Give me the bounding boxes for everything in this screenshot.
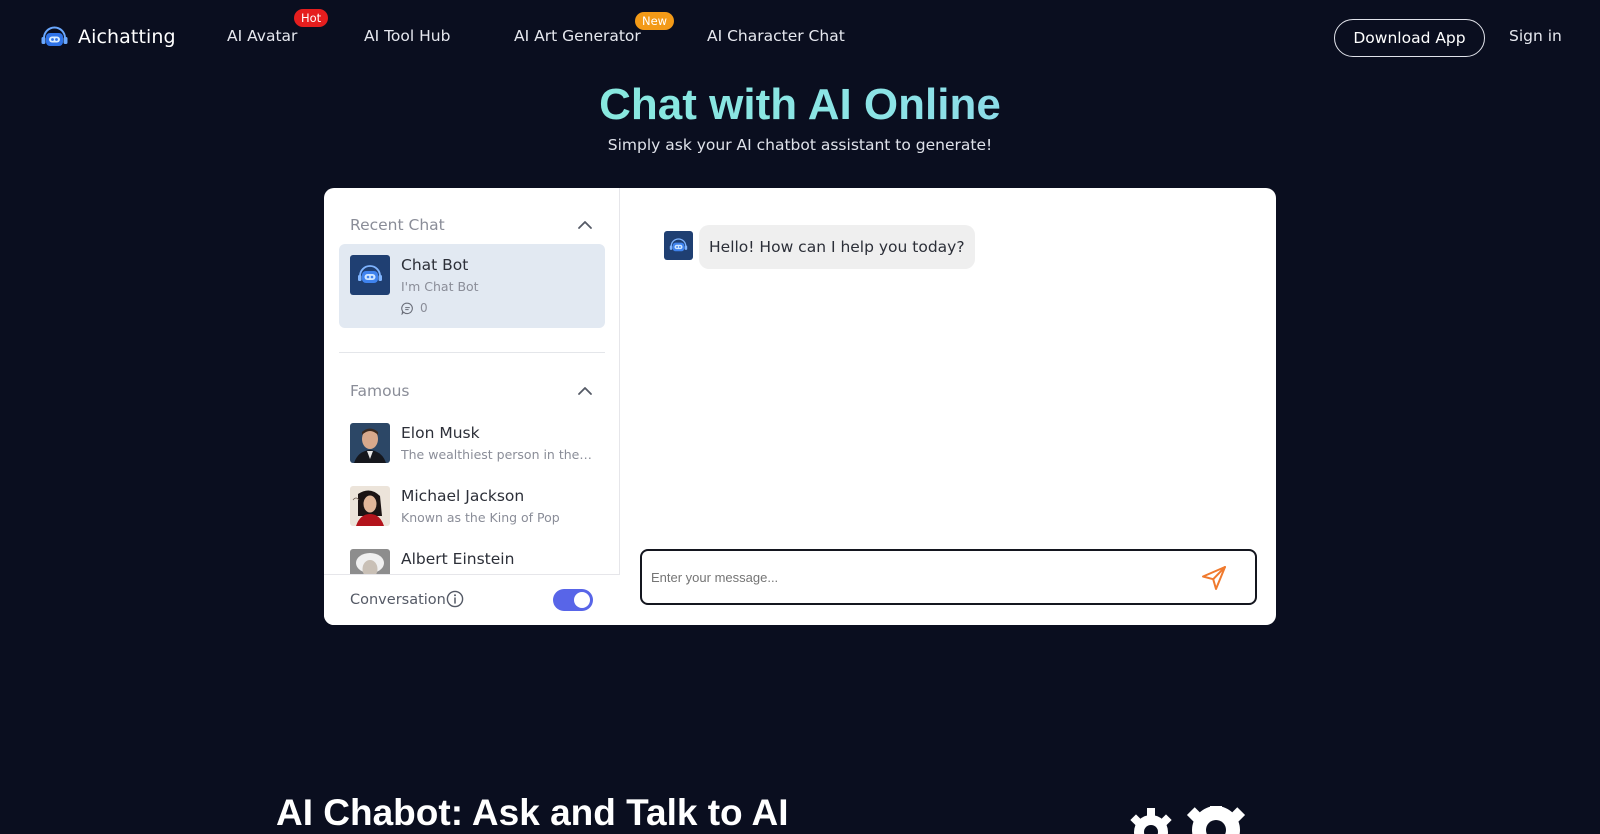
famous-item-name: Albert Einstein xyxy=(401,550,515,568)
conversation-toggle[interactable] xyxy=(553,589,593,611)
famous-item-michael-jackson[interactable]: Michael Jackson Known as the King of Pop xyxy=(339,484,605,544)
send-icon xyxy=(1202,566,1226,590)
sidebar-footer: Conversation xyxy=(324,574,620,625)
page-title: Chat with AI Online xyxy=(0,80,1600,130)
brand-logo[interactable]: Aichatting xyxy=(39,24,176,50)
hot-badge: Hot xyxy=(294,9,329,27)
page-subtitle: Simply ask your AI chatbot assistant to … xyxy=(607,136,993,154)
chevron-up-icon[interactable] xyxy=(577,220,593,230)
robot-headset-icon xyxy=(41,26,68,46)
nav-ai-avatar[interactable]: AI Avatar xyxy=(227,27,297,45)
famous-item-desc: Known as the King of Pop xyxy=(401,510,560,525)
chat-item-desc: I'm Chat Bot xyxy=(401,279,479,294)
famous-item-name: Michael Jackson xyxy=(401,487,525,505)
send-button[interactable] xyxy=(1199,563,1229,593)
message-input[interactable] xyxy=(651,565,1191,589)
recent-chat-title: Recent Chat xyxy=(350,216,445,234)
chat-area: Hello! How can I help you today? xyxy=(621,188,1276,625)
elon-musk-avatar xyxy=(350,423,390,463)
chat-item-chat-bot[interactable]: Chat Bot I'm Chat Bot 0 xyxy=(339,244,605,328)
nav-ai-art-generator[interactable]: AI Art Generator xyxy=(514,27,641,45)
section-title: AI Chabot: Ask and Talk to AI xyxy=(276,792,789,833)
robot-icon xyxy=(664,231,693,260)
famous-item-desc: The wealthiest person in the world xyxy=(401,447,593,462)
chat-bot-avatar xyxy=(350,255,390,295)
sign-in-link[interactable]: Sign in xyxy=(1509,27,1562,45)
toggle-knob xyxy=(574,592,590,608)
chevron-up-icon[interactable] xyxy=(577,386,593,396)
robot-icon xyxy=(350,255,390,295)
gears-icon xyxy=(1130,806,1246,834)
info-icon[interactable] xyxy=(446,590,464,608)
top-nav: Aichatting AI Avatar Hot AI Tool Hub AI … xyxy=(0,0,1600,74)
chat-panel: Recent Chat Chat Bot I'm Chat Bot 0 Famo… xyxy=(324,188,1276,625)
conversation-label: Conversation xyxy=(350,592,446,608)
famous-title: Famous xyxy=(350,382,410,400)
chat-sidebar: Recent Chat Chat Bot I'm Chat Bot 0 Famo… xyxy=(324,188,620,625)
famous-item-albert-einstein[interactable]: Albert Einstein xyxy=(339,547,605,574)
bot-greeting-message: Hello! How can I help you today? xyxy=(699,225,975,269)
message-bubble-icon xyxy=(401,302,413,315)
bot-avatar xyxy=(664,231,693,260)
albert-einstein-avatar xyxy=(350,549,390,574)
recent-chat-header[interactable]: Recent Chat xyxy=(350,216,593,234)
brand-name: Aichatting xyxy=(78,26,176,48)
sidebar-divider xyxy=(339,352,605,353)
famous-header[interactable]: Famous xyxy=(350,382,593,400)
portrait-image xyxy=(350,423,390,463)
new-badge: New xyxy=(635,12,675,30)
nav-ai-character-chat[interactable]: AI Character Chat xyxy=(707,27,845,45)
michael-jackson-avatar xyxy=(350,486,390,526)
sidebar-scroll-area[interactable]: Recent Chat Chat Bot I'm Chat Bot 0 Famo… xyxy=(324,188,620,574)
portrait-image xyxy=(350,486,390,526)
message-count: 0 xyxy=(401,301,428,315)
message-input-box xyxy=(640,549,1257,605)
download-app-button[interactable]: Download App xyxy=(1334,19,1485,57)
portrait-image xyxy=(350,549,390,574)
message-count-value: 0 xyxy=(420,301,428,315)
nav-ai-tool-hub[interactable]: AI Tool Hub xyxy=(364,27,450,45)
chat-item-name: Chat Bot xyxy=(401,256,469,274)
famous-item-name: Elon Musk xyxy=(401,424,480,442)
famous-item-elon-musk[interactable]: Elon Musk The wealthiest person in the w… xyxy=(339,421,605,481)
